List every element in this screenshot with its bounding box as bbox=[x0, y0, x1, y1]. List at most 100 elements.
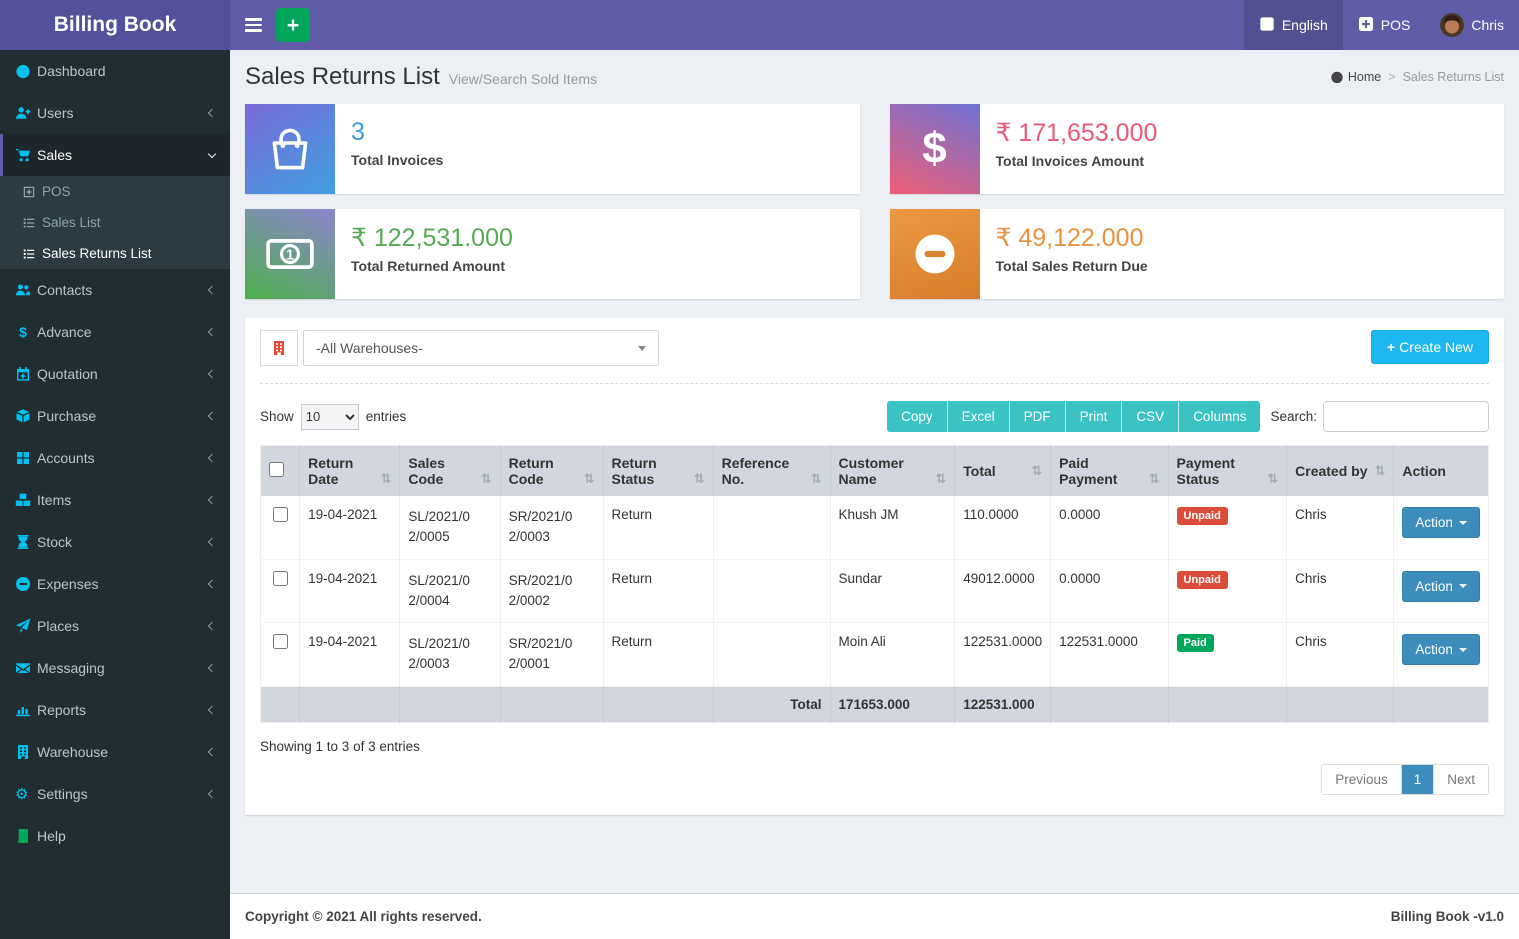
action-cell: Action bbox=[1394, 559, 1489, 623]
main-content: Sales Returns List View/Search Sold Item… bbox=[230, 0, 1519, 815]
col-return-code[interactable]: Return Code⇅ bbox=[500, 446, 603, 497]
col-payment-status[interactable]: Payment Status⇅ bbox=[1168, 446, 1287, 497]
user-menu[interactable]: Chris bbox=[1425, 0, 1519, 50]
search-label: Search: bbox=[1270, 409, 1317, 424]
sidebar-subitem-sales-returns-list[interactable]: Sales Returns List bbox=[0, 238, 230, 269]
sidebar-item-warehouse[interactable]: Warehouse bbox=[0, 731, 230, 773]
hamburger-menu-icon[interactable] bbox=[230, 0, 276, 50]
col-total[interactable]: Total⇅ bbox=[955, 446, 1051, 497]
select-all-header[interactable] bbox=[261, 446, 300, 497]
copy-button[interactable]: Copy bbox=[887, 401, 948, 432]
return-status-cell: Return bbox=[603, 623, 713, 687]
sidebar-item-expenses[interactable]: Expenses bbox=[0, 563, 230, 605]
row-checkbox[interactable] bbox=[273, 634, 288, 649]
pagination: Previous 1 Next bbox=[260, 764, 1489, 795]
sidebar-item-sales[interactable]: Sales bbox=[0, 134, 230, 176]
sidebar-item-purchase[interactable]: Purchase bbox=[0, 395, 230, 437]
footer-total-value: 171653.000 bbox=[830, 686, 955, 722]
chevron-left-icon bbox=[208, 622, 216, 630]
return-code-cell: SR/2021/02/0001 bbox=[500, 623, 603, 687]
breadcrumb-home[interactable]: Home bbox=[1330, 70, 1381, 84]
create-new-button[interactable]: + Create New bbox=[1371, 330, 1489, 364]
col-created-by[interactable]: Created by⇅ bbox=[1287, 446, 1394, 497]
action-dropdown-button[interactable]: Action bbox=[1402, 507, 1480, 538]
page-footer: Copyright © 2021 All rights reserved. Bi… bbox=[230, 893, 1519, 939]
chevron-left-icon bbox=[208, 790, 216, 798]
page-subtitle: View/Search Sold Items bbox=[449, 71, 597, 87]
svg-text:1: 1 bbox=[286, 247, 294, 263]
sidebar-item-users[interactable]: Users bbox=[0, 92, 230, 134]
cube-icon bbox=[15, 408, 37, 424]
col-return-status[interactable]: Return Status⇅ bbox=[603, 446, 713, 497]
status-badge: Paid bbox=[1177, 634, 1214, 652]
sidebar-item-stock[interactable]: Stock bbox=[0, 521, 230, 563]
col-action: Action bbox=[1394, 446, 1489, 497]
sidebar-item-accounts[interactable]: Accounts bbox=[0, 437, 230, 479]
breadcrumb-separator: > bbox=[1388, 70, 1395, 84]
sidebar-item-items[interactable]: Items bbox=[0, 479, 230, 521]
action-dropdown-button[interactable]: Action bbox=[1402, 634, 1480, 665]
sidebar-item-advance[interactable]: $ Advance bbox=[0, 311, 230, 353]
sidebar-item-quotation[interactable]: Quotation bbox=[0, 353, 230, 395]
total-cell: 49012.0000 bbox=[955, 559, 1051, 623]
print-button[interactable]: Print bbox=[1066, 401, 1123, 432]
building-icon bbox=[260, 330, 298, 366]
sidebar-item-label: Users bbox=[37, 105, 209, 121]
sidebar-subitem-sales-list[interactable]: Sales List bbox=[0, 207, 230, 238]
pagination-previous[interactable]: Previous bbox=[1322, 765, 1402, 794]
card-value: ₹ 171,653.000 bbox=[996, 118, 1158, 148]
col-paid-payment[interactable]: Paid Payment⇅ bbox=[1051, 446, 1168, 497]
sidebar-item-places[interactable]: Places bbox=[0, 605, 230, 647]
table-controls: Show 10 entries Copy Excel PDF Print CSV… bbox=[260, 401, 1489, 432]
sidebar-item-contacts[interactable]: Contacts bbox=[0, 269, 230, 311]
select-all-checkbox[interactable] bbox=[269, 462, 284, 477]
created-by-cell: Chris bbox=[1287, 559, 1394, 623]
chevron-down-icon bbox=[638, 346, 646, 351]
warehouse-select[interactable]: -All Warehouses- bbox=[303, 330, 659, 366]
chevron-left-icon bbox=[208, 370, 216, 378]
filter-row: -All Warehouses- + Create New bbox=[260, 330, 1489, 384]
card-value: 3 bbox=[351, 118, 443, 147]
chevron-left-icon bbox=[208, 664, 216, 672]
row-checkbox[interactable] bbox=[273, 507, 288, 522]
sidebar-item-label: Sales bbox=[37, 147, 209, 163]
card-value: ₹ 122,531.000 bbox=[351, 223, 513, 253]
col-return-date[interactable]: Return Date⇅ bbox=[300, 446, 400, 497]
return-date-cell: 19-04-2021 bbox=[300, 496, 400, 559]
sidebar-subitem-pos[interactable]: POS bbox=[0, 176, 230, 207]
language-menu[interactable]: English bbox=[1244, 0, 1343, 50]
users-icon bbox=[15, 282, 37, 298]
col-sales-code[interactable]: Sales Code⇅ bbox=[400, 446, 500, 497]
action-dropdown-button[interactable]: Action bbox=[1402, 571, 1480, 602]
col-customer-name[interactable]: Customer Name⇅ bbox=[830, 446, 955, 497]
pagination-next[interactable]: Next bbox=[1433, 765, 1488, 794]
csv-button[interactable]: CSV bbox=[1122, 401, 1179, 432]
export-buttons: Copy Excel PDF Print CSV Columns bbox=[887, 401, 1260, 432]
col-reference-no[interactable]: Reference No.⇅ bbox=[713, 446, 830, 497]
quick-add-button[interactable]: + bbox=[276, 8, 310, 42]
app-logo[interactable]: Billing Book bbox=[0, 0, 230, 50]
sidebar-item-dashboard[interactable]: Dashboard bbox=[0, 50, 230, 92]
paid-payment-cell: 0.0000 bbox=[1051, 559, 1168, 623]
excel-button[interactable]: Excel bbox=[948, 401, 1010, 432]
pdf-button[interactable]: PDF bbox=[1010, 401, 1066, 432]
columns-button[interactable]: Columns bbox=[1179, 401, 1260, 432]
pagination-page-1[interactable]: 1 bbox=[1402, 765, 1434, 794]
row-checkbox[interactable] bbox=[273, 571, 288, 586]
total-cell: 110.0000 bbox=[955, 496, 1051, 559]
table-summary: Showing 1 to 3 of 3 entries bbox=[260, 739, 1489, 754]
sidebar-item-messaging[interactable]: Messaging bbox=[0, 647, 230, 689]
reference-no-cell bbox=[713, 559, 830, 623]
dollar-icon: $ bbox=[15, 324, 37, 340]
page-length-select[interactable]: 10 bbox=[301, 404, 359, 430]
pos-button[interactable]: POS bbox=[1343, 0, 1426, 50]
card-label: Total Invoices bbox=[351, 152, 443, 168]
return-status-cell: Return bbox=[603, 496, 713, 559]
customer-name-cell: Moin Ali bbox=[830, 623, 955, 687]
sidebar-item-help[interactable]: Help bbox=[0, 815, 230, 857]
sidebar-item-settings[interactable]: ⚙ Settings bbox=[0, 773, 230, 815]
search-input[interactable] bbox=[1323, 401, 1489, 432]
sidebar-item-reports[interactable]: Reports bbox=[0, 689, 230, 731]
cart-icon bbox=[15, 147, 37, 163]
list-icon bbox=[22, 247, 42, 261]
